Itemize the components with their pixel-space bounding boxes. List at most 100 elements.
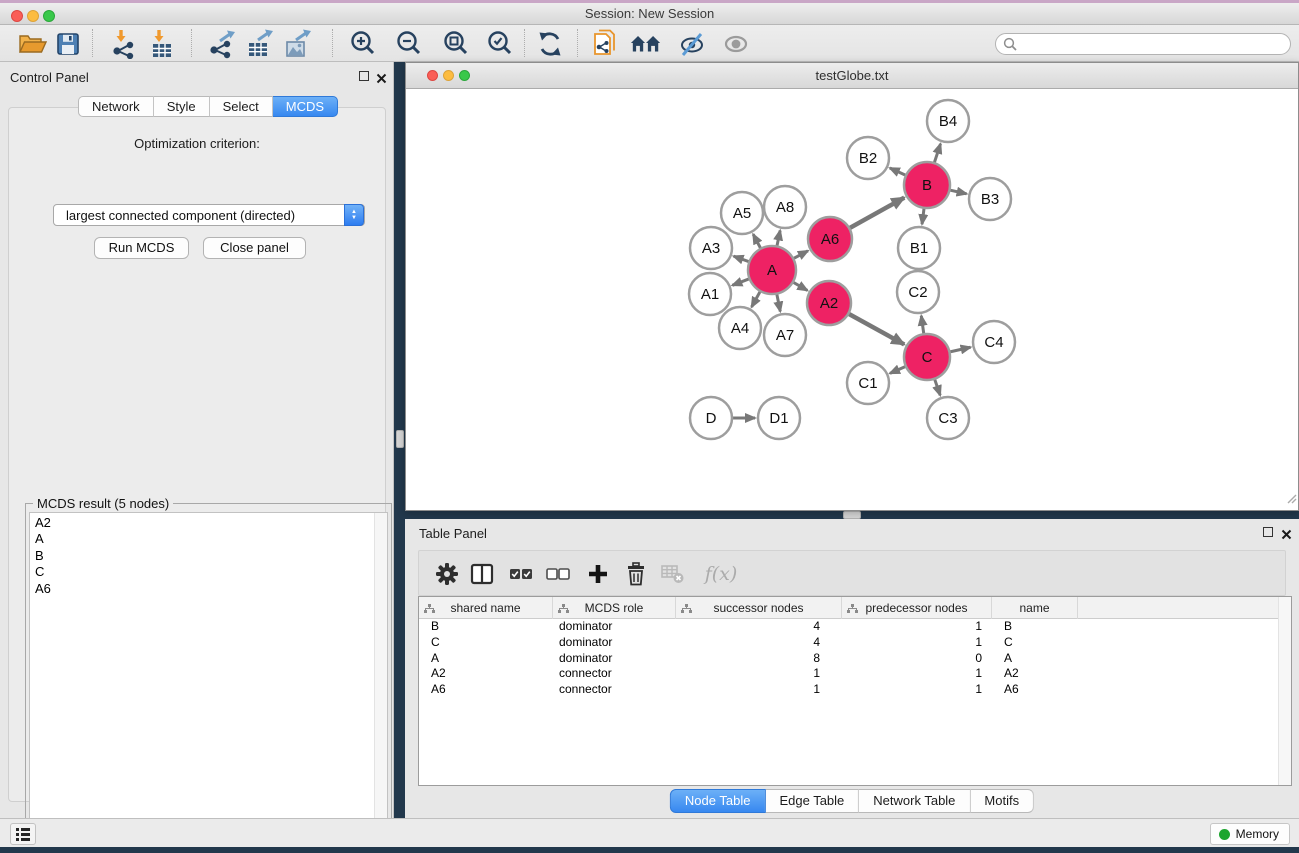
column-header-shared-name[interactable]: shared name <box>419 597 553 619</box>
control-panel-tabs: NetworkStyleSelectMCDS <box>78 96 338 117</box>
tab-mcds[interactable]: MCDS <box>273 96 338 117</box>
close-panel-button[interactable]: Close panel <box>203 237 306 259</box>
network-canvas[interactable]: B4B2BB3A5A8A6B1A3AA1C2A2A4A7C4CC1C3DD1 <box>406 89 1298 510</box>
table-cell: B <box>992 619 1078 635</box>
show-columns-icon[interactable] <box>468 560 496 588</box>
table-cell: A2 <box>419 666 553 682</box>
graph-node-label: B1 <box>910 240 928 257</box>
import-table-icon[interactable] <box>146 28 178 60</box>
function-builder-icon[interactable]: f(x) <box>701 560 741 588</box>
close-panel-icon[interactable] <box>376 71 387 82</box>
select-all-icon[interactable] <box>507 560 535 588</box>
criterion-dropdown[interactable]: largest connected component (directed) ▲… <box>53 204 365 226</box>
export-image-icon[interactable] <box>281 28 313 60</box>
table-cell: 0 <box>842 651 992 667</box>
column-header-name[interactable]: name <box>992 597 1078 619</box>
mcds-result-list[interactable]: A2ABCA6 <box>29 512 388 836</box>
export-network-icon[interactable] <box>206 28 238 60</box>
zoom-selected-icon[interactable] <box>484 28 516 60</box>
delete-columns-icon[interactable] <box>622 560 650 588</box>
delete-table-icon[interactable] <box>659 560 687 588</box>
zoom-in-icon[interactable] <box>347 28 379 60</box>
network-graph[interactable]: B4B2BB3A5A8A6B1A3AA1C2A2A4A7C4CC1C3DD1 <box>406 89 1298 510</box>
tab-network-table[interactable]: Network Table <box>859 789 970 813</box>
refresh-layout-icon[interactable] <box>534 28 566 60</box>
control-panel-title: Control Panel <box>10 70 89 85</box>
tab-node-table[interactable]: Node Table <box>670 789 766 813</box>
horizontal-splitter-grip[interactable] <box>843 511 861 519</box>
graph-node-label: B4 <box>939 113 957 130</box>
search-box[interactable] <box>995 33 1291 55</box>
network-window-titlebar[interactable]: testGlobe.txt <box>406 63 1298 89</box>
export-table-icon[interactable] <box>243 28 275 60</box>
float-panel-icon[interactable] <box>359 71 369 81</box>
graph-node-label: A6 <box>821 231 839 248</box>
table-row[interactable]: Adominator80A <box>419 651 1278 667</box>
zoom-out-icon[interactable] <box>393 28 425 60</box>
close-panel-icon[interactable] <box>1281 527 1292 538</box>
table-cell: 1 <box>676 682 842 698</box>
scrollbar-track[interactable] <box>1278 597 1291 785</box>
tab-edge-table[interactable]: Edge Table <box>765 789 859 813</box>
run-mcds-button[interactable]: Run MCDS <box>94 237 189 259</box>
hide-selected-icon[interactable] <box>676 28 708 60</box>
criterion-dropdown-value: largest connected component (directed) <box>66 208 295 223</box>
mcds-result-item[interactable]: C <box>30 564 387 580</box>
new-network-from-selection-icon[interactable] <box>589 28 621 60</box>
show-all-icon[interactable] <box>720 28 752 60</box>
mcds-result-item[interactable]: B <box>30 548 387 564</box>
mcds-result-item[interactable]: A <box>30 531 387 547</box>
main-toolbar <box>0 25 1299 62</box>
mcds-result-item[interactable]: A6 <box>30 581 387 597</box>
table-row[interactable]: A6connector11A6 <box>419 682 1278 698</box>
table-cell: B <box>419 619 553 635</box>
table-cell: C <box>992 635 1078 651</box>
optimization-criterion-label: Optimization criterion: <box>9 136 385 151</box>
tab-style[interactable]: Style <box>154 96 210 117</box>
create-column-icon[interactable] <box>584 560 612 588</box>
column-header-predecessor-nodes[interactable]: predecessor nodes <box>842 597 992 619</box>
first-neighbors-icon[interactable] <box>630 28 662 60</box>
save-session-icon[interactable] <box>52 28 84 60</box>
graph-node-label: A4 <box>731 320 749 337</box>
table-settings-icon[interactable] <box>433 560 461 588</box>
graph-node-label: A1 <box>701 286 719 303</box>
graph-node-label: B3 <box>981 191 999 208</box>
column-header-MCDS-role[interactable]: MCDS role <box>553 597 676 619</box>
table-row[interactable]: Cdominator41C <box>419 635 1278 651</box>
column-type-icon <box>847 603 858 617</box>
tab-network[interactable]: Network <box>78 96 154 117</box>
task-history-button[interactable] <box>10 823 36 845</box>
vertical-splitter-grip[interactable] <box>396 430 404 448</box>
mcds-result-item[interactable]: A2 <box>30 513 387 531</box>
float-panel-icon[interactable] <box>1263 527 1273 537</box>
deselect-all-icon[interactable] <box>544 560 572 588</box>
table-cell: 1 <box>842 619 992 635</box>
window-title: Session: New Session <box>0 6 1299 21</box>
network-view-window[interactable]: testGlobe.txt B4B2BB3A5A8A6B1A3AA1C2A2A4… <box>405 62 1299 511</box>
table-toolbar: f(x) <box>418 550 1286 596</box>
tab-select[interactable]: Select <box>210 96 273 117</box>
table-panel-title: Table Panel <box>419 526 487 541</box>
graph-node-label: D1 <box>769 410 788 427</box>
column-header-successor-nodes[interactable]: successor nodes <box>676 597 842 619</box>
tab-motifs[interactable]: Motifs <box>970 789 1034 813</box>
mcds-result-group: MCDS result (5 nodes) A2ABCA6 <box>25 503 392 840</box>
main-titlebar[interactable]: Session: New Session <box>0 3 1299 25</box>
table-cell: A <box>992 651 1078 667</box>
graph-node-label: A7 <box>776 327 794 344</box>
table-body: Bdominator41BCdominator41CAdominator80AA… <box>419 619 1278 785</box>
table-row[interactable]: A2connector11A2 <box>419 666 1278 682</box>
search-input[interactable] <box>1022 35 1282 53</box>
memory-button[interactable]: Memory <box>1210 823 1290 845</box>
zoom-fit-icon[interactable] <box>440 28 472 60</box>
import-network-icon[interactable] <box>108 28 140 60</box>
table-row[interactable]: Bdominator41B <box>419 619 1278 635</box>
open-file-icon[interactable] <box>16 28 48 60</box>
graph-node-label: A <box>767 262 777 279</box>
graph-node-label: C4 <box>984 334 1003 351</box>
control-panel: Control Panel Optimization criterion: la… <box>0 62 394 818</box>
column-type-icon <box>424 603 435 617</box>
window-resize-grip[interactable] <box>1285 491 1297 509</box>
scrollbar-track[interactable] <box>374 513 387 835</box>
